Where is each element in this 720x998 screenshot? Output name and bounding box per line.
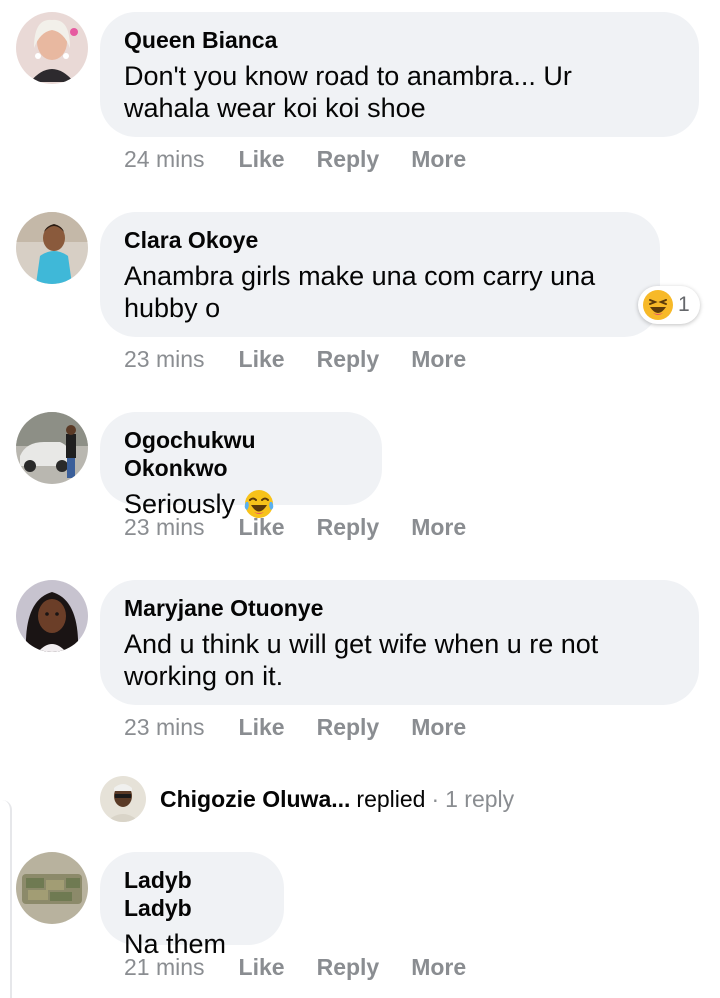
- reply-avatar[interactable]: [100, 776, 146, 822]
- comment-actions: 23 mins Like Reply More: [124, 514, 498, 541]
- comment-actions: 21 mins Like Reply More: [124, 954, 498, 981]
- reply-button[interactable]: Reply: [317, 346, 380, 373]
- avatar[interactable]: [16, 12, 88, 84]
- avatar[interactable]: [16, 580, 88, 652]
- like-button[interactable]: Like: [239, 514, 285, 541]
- comment-text-line: working on it.: [124, 661, 284, 691]
- reply-button[interactable]: Reply: [317, 146, 380, 173]
- avatar[interactable]: [16, 412, 88, 484]
- comment-bubble: Ogochukwu Okonkwo Seriously: [100, 412, 382, 519]
- reply-button[interactable]: Reply: [317, 514, 380, 541]
- comment-bubble: Clara Okoye Anambra girls make una com c…: [100, 212, 660, 337]
- reply-separator: ·: [431, 785, 440, 812]
- reply-author[interactable]: Chigozie Oluwa...: [160, 786, 350, 813]
- comment-text-line: hubby o: [124, 293, 221, 323]
- like-button[interactable]: Like: [239, 346, 285, 373]
- reaction-badge[interactable]: 1: [638, 286, 700, 324]
- comment-text-line: wahala wear koi koi shoe: [124, 93, 426, 123]
- reply-summary[interactable]: Chigozie Oluwa... replied · 1 reply: [100, 775, 514, 823]
- thread-edge-line: [0, 800, 12, 998]
- comment-timestamp[interactable]: 23 mins: [124, 346, 205, 373]
- more-button[interactable]: More: [411, 146, 466, 173]
- comment-text: And u think u will get wife when u re no…: [124, 628, 675, 692]
- comment-author[interactable]: Maryjane Otuonye: [124, 594, 675, 622]
- laughing-emoji-icon: [643, 290, 673, 320]
- reply-button[interactable]: Reply: [317, 714, 380, 741]
- comment-timestamp[interactable]: 23 mins: [124, 714, 205, 741]
- comment-timestamp[interactable]: 21 mins: [124, 954, 205, 981]
- comment-bubble: Ladyb Ladyb Na them: [100, 852, 284, 959]
- like-button[interactable]: Like: [239, 146, 285, 173]
- comment-text: Anambra girls make una com carry una hub…: [124, 260, 636, 324]
- reply-button[interactable]: Reply: [317, 954, 380, 981]
- avatar[interactable]: [16, 852, 88, 924]
- avatar[interactable]: [16, 212, 88, 284]
- comment-timestamp[interactable]: 24 mins: [124, 146, 205, 173]
- comment-actions: 23 mins Like Reply More: [124, 714, 498, 741]
- comment-actions: 23 mins Like Reply More: [124, 346, 498, 373]
- comment-bubble: Queen Bianca Don't you know road to anam…: [100, 12, 699, 137]
- more-button[interactable]: More: [411, 346, 466, 373]
- comment-timestamp[interactable]: 23 mins: [124, 514, 205, 541]
- comment-actions: 24 mins Like Reply More: [124, 146, 498, 173]
- comment-author[interactable]: Queen Bianca: [124, 26, 675, 54]
- comment-author[interactable]: Ogochukwu Okonkwo: [124, 426, 358, 482]
- comment-text-line: And u think u will get wife when u re no…: [124, 629, 599, 659]
- comment-text: Don't you know road to anambra... Ur wah…: [124, 60, 675, 124]
- more-button[interactable]: More: [411, 514, 466, 541]
- comment-text-line: Don't you know road to anambra... Ur: [124, 61, 572, 91]
- more-button[interactable]: More: [411, 954, 466, 981]
- reaction-count: 1: [678, 293, 690, 316]
- reply-count[interactable]: 1 reply: [445, 786, 514, 813]
- reply-verb: replied: [356, 785, 426, 812]
- like-button[interactable]: Like: [239, 954, 285, 981]
- more-button[interactable]: More: [411, 714, 466, 741]
- comment-text-line: Anambra girls make una com carry una: [124, 261, 596, 291]
- comment-author[interactable]: Clara Okoye: [124, 226, 636, 254]
- comment-bubble: Maryjane Otuonye And u think u will get …: [100, 580, 699, 705]
- like-button[interactable]: Like: [239, 714, 285, 741]
- comment-author[interactable]: Ladyb Ladyb: [124, 866, 260, 922]
